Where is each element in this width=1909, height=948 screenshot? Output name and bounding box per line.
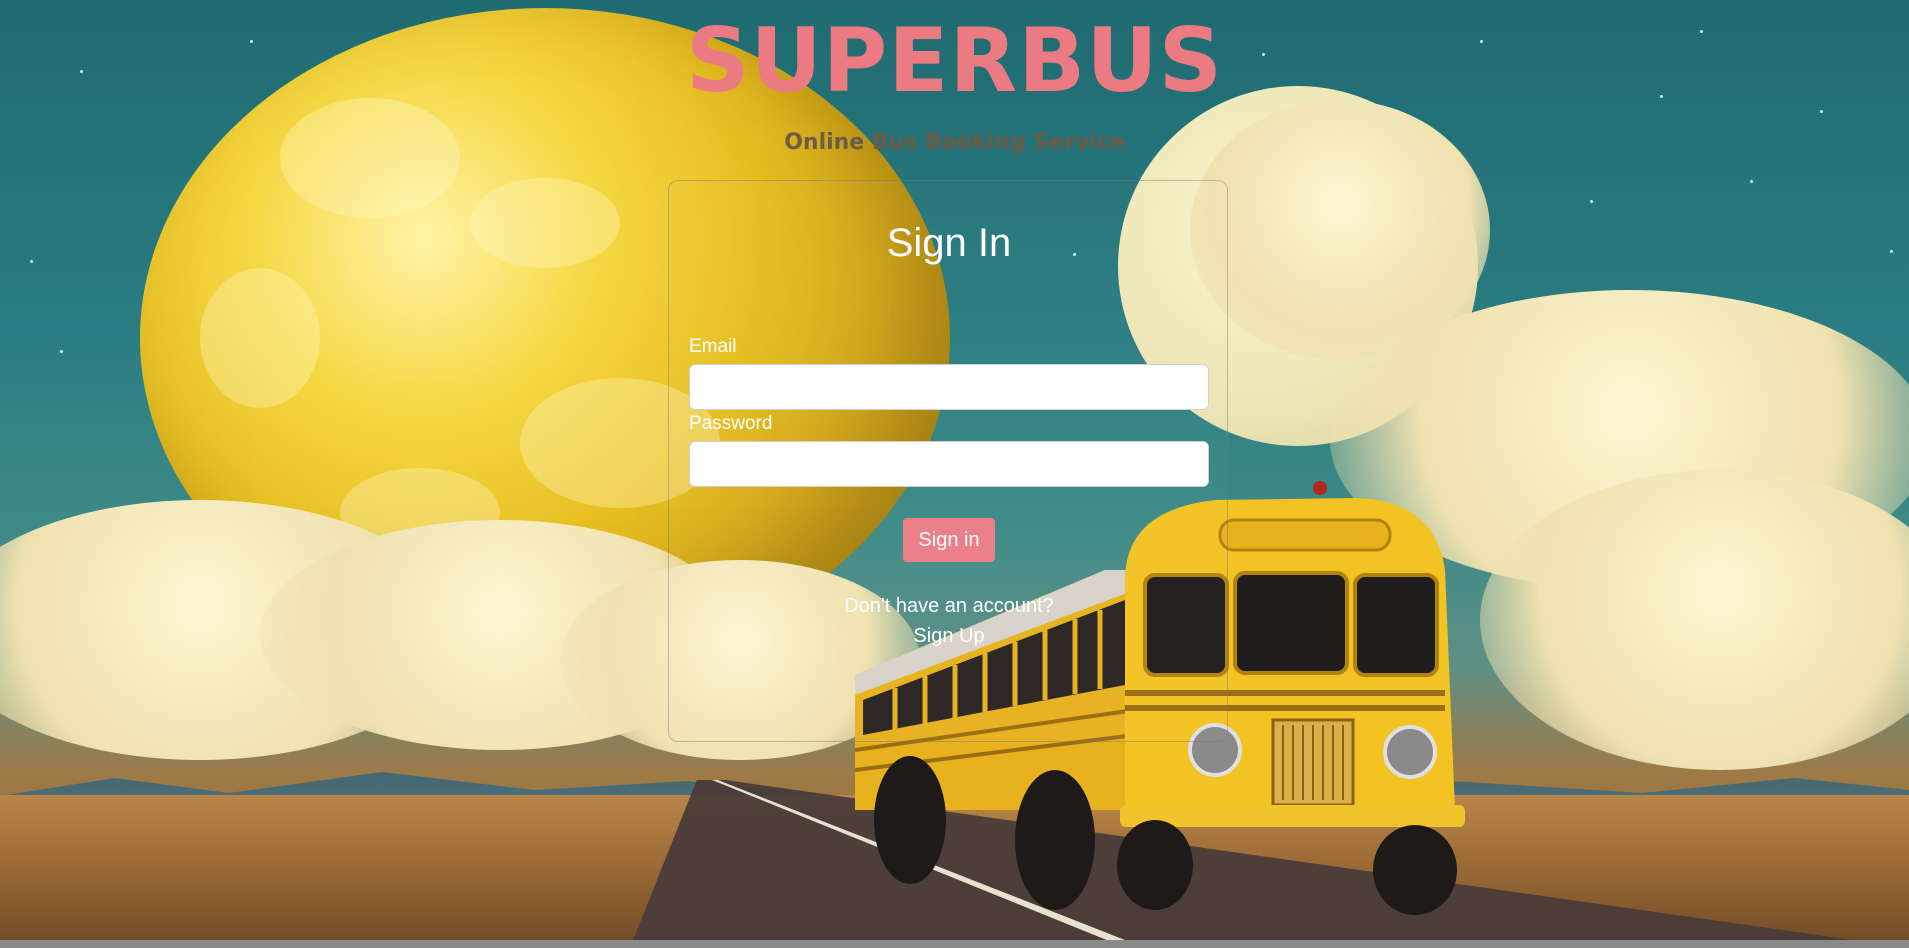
- star: [1890, 250, 1893, 253]
- password-field[interactable]: [689, 441, 1209, 487]
- email-label: Email: [689, 336, 737, 357]
- email-field[interactable]: [689, 364, 1209, 410]
- signin-button[interactable]: Sign in: [903, 518, 995, 562]
- brand-title: SUPERBUS: [685, 9, 1224, 112]
- signin-title: Sign In: [886, 221, 1012, 265]
- signup-link[interactable]: Sign Up: [669, 625, 1229, 648]
- star: [30, 260, 33, 263]
- no-account-text: Don't have an account?: [844, 595, 1054, 617]
- star: [60, 350, 63, 353]
- password-label: Password: [689, 413, 773, 434]
- bottom-scrollbar: [0, 940, 1909, 948]
- signin-card: Sign In Email Password Sign in Don't hav…: [668, 180, 1228, 742]
- brand-subtitle: Online Bus Booking Service: [784, 130, 1125, 155]
- star: [1750, 180, 1753, 183]
- star: [1590, 200, 1593, 203]
